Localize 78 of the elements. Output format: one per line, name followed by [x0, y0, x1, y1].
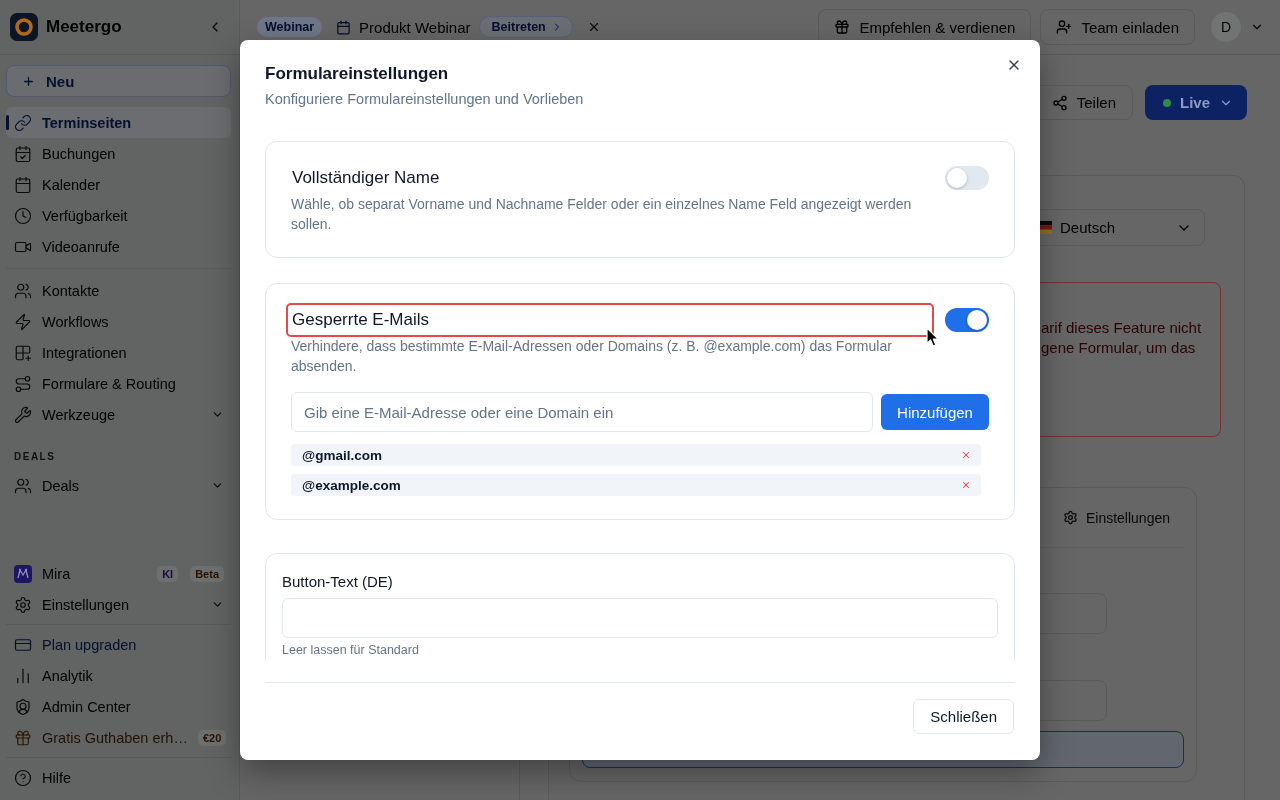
new-button[interactable]: Neu — [6, 65, 231, 97]
route-icon — [14, 374, 32, 393]
tag-text: @example.com — [302, 477, 401, 493]
toolbar-button[interactable]: Team einladen — [1040, 9, 1195, 45]
plus-icon — [22, 74, 35, 88]
field-label: Button-Text (DE) — [282, 572, 394, 592]
sidebar-item[interactable]: Kalender — [6, 169, 231, 200]
setting-description: Wähle, ob separat Vorname und Nachname Felder oder ein einzelnes Name Feld angezeigt werden sollen. — [291, 195, 913, 234]
tag-badge: Beta — [190, 565, 224, 582]
tag-badge: €20 — [197, 729, 227, 746]
share-icon — [1051, 94, 1068, 111]
sidebar-item[interactable]: Videoanrufe — [6, 231, 231, 262]
users-icon — [14, 476, 32, 495]
clock-icon — [14, 206, 32, 225]
setting-title: Gesperrte E-Mails — [292, 309, 430, 331]
settings-icon — [14, 595, 32, 614]
event-title: Produkt Webinar — [359, 18, 471, 36]
sidebar-item[interactable]: Kontakte — [6, 275, 231, 306]
sidebar-item[interactable]: Deals — [6, 470, 231, 501]
alert-text: gene Formular, um das — [1041, 338, 1197, 358]
app-tile-icon — [14, 564, 32, 583]
sidebar-item[interactable]: Analytik — [6, 660, 231, 691]
user-plus-icon — [1056, 19, 1073, 35]
remove-button[interactable] — [961, 480, 971, 490]
sidebar-item[interactable]: Gratis Guthaben erh… €20 — [6, 722, 231, 753]
grid-plus-icon — [14, 343, 32, 362]
avatar[interactable]: D — [1211, 12, 1241, 42]
sidebar-item[interactable]: Workflows — [6, 306, 231, 337]
sidebar-item[interactable]: Plan upgraden — [6, 629, 231, 660]
toggle-switch[interactable] — [945, 308, 989, 332]
cursor-icon — [926, 327, 940, 348]
helper-text: Leer lassen für Standard — [282, 642, 420, 658]
lightning-icon — [14, 312, 32, 331]
calendar-icon — [336, 19, 352, 35]
link-icon — [14, 113, 32, 132]
sidebar-item[interactable]: Formulare & Routing — [6, 368, 231, 399]
gift-icon — [834, 19, 851, 35]
email-input[interactable]: Gib eine E-Mail-Adresse oder eine Domain ein — [291, 392, 873, 432]
shield-user-icon — [14, 697, 32, 716]
dialog-title: Formulareinstellungen — [265, 63, 450, 85]
logo-icon — [10, 13, 38, 41]
dialog-subtitle: Konfiguriere Formulareinstellungen und Vorlieben — [265, 90, 585, 109]
sidebar-item[interactable]: Werkzeuge — [6, 399, 231, 430]
add-button[interactable]: Hinzufügen — [881, 394, 989, 430]
brand-name: Meetergo — [46, 17, 122, 37]
x-icon — [961, 450, 971, 460]
settings-tab[interactable]: Einstellungen — [1062, 509, 1170, 526]
sidebar-item[interactable]: Integrationen — [6, 337, 231, 368]
bar-chart-icon — [14, 666, 32, 685]
x-icon — [961, 480, 971, 490]
help-icon — [14, 768, 32, 787]
event-type-badge: Webinar — [257, 17, 323, 37]
setting-title: Vollständiger Name — [292, 167, 441, 189]
setting-description: Verhindere, dass bestimmte E-Mail-Adressen oder Domains (z. B. @example.com) das Formular absenden. — [291, 337, 893, 376]
status-dot-icon — [1163, 98, 1171, 107]
status-button[interactable]: Live — [1145, 85, 1247, 120]
sidebar-item[interactable]: Admin Center — [6, 691, 231, 722]
join-button[interactable]: Beitreten — [478, 16, 573, 38]
tag-badge: KI — [157, 565, 179, 582]
section-label: DEALS — [13, 450, 57, 464]
sidebar-item[interactable]: Mira KI Beta — [6, 558, 231, 589]
alert-text: arif dieses Feature nicht — [1041, 318, 1203, 338]
settings-icon — [1062, 510, 1078, 525]
toggle-switch[interactable] — [945, 166, 989, 190]
remove-button[interactable] — [961, 450, 971, 460]
tag-text: @gmail.com — [302, 447, 382, 463]
text-input[interactable] — [282, 598, 998, 638]
calendar-icon — [14, 175, 32, 194]
sidebar-item[interactable]: Verfügbarkeit — [6, 200, 231, 231]
wrench-icon — [14, 405, 32, 424]
sidebar-item[interactable]: Hilfe — [6, 762, 231, 793]
sidebar-item[interactable]: Terminseiten — [6, 107, 231, 138]
sidebar-item[interactable]: Einstellungen — [6, 589, 231, 620]
gift-icon — [14, 728, 32, 747]
close-dialog-button[interactable]: Schließen — [913, 699, 1014, 734]
users-icon — [14, 281, 32, 300]
calendar-check-icon — [14, 144, 32, 163]
sidebar-item[interactable]: Buchungen — [6, 138, 231, 169]
